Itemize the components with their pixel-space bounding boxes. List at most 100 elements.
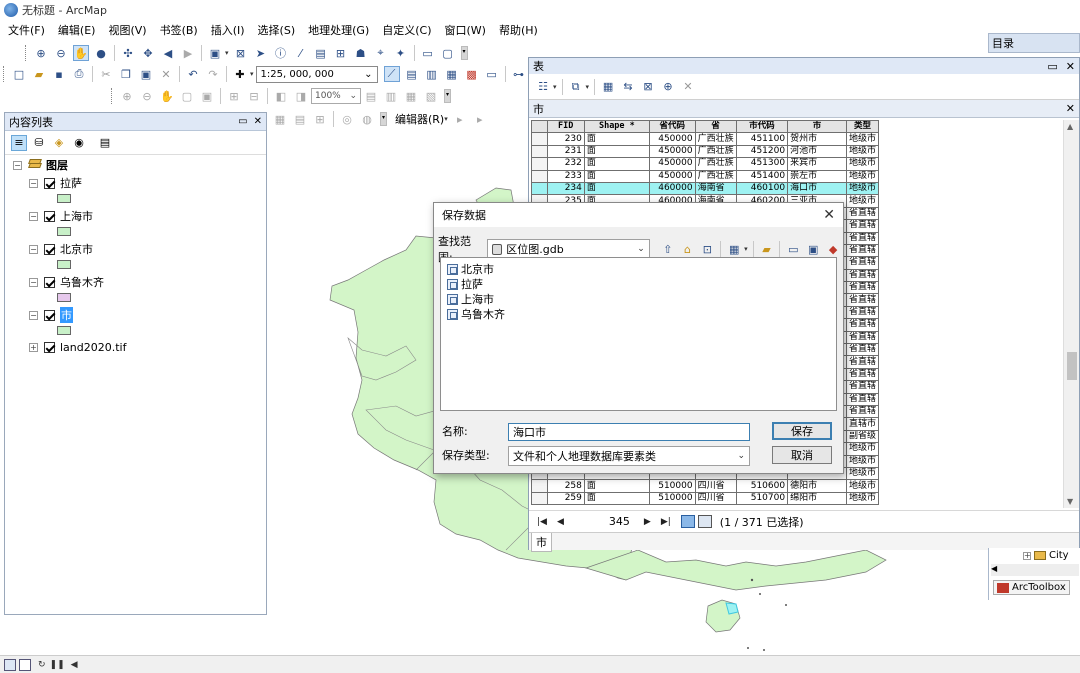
row-selector[interactable] bbox=[531, 157, 548, 171]
cell-city-code[interactable]: 451100 bbox=[735, 132, 789, 146]
cell-type[interactable]: 省直辖 bbox=[845, 367, 879, 382]
data-view-icon[interactable] bbox=[4, 658, 16, 671]
column-header-province[interactable]: 省 bbox=[694, 120, 737, 134]
change-layout-icon[interactable]: ▦ bbox=[403, 88, 419, 104]
scroll-up-arrow-icon[interactable]: ▲ bbox=[1067, 122, 1073, 131]
find-binoculars-icon[interactable]: ☗ bbox=[353, 45, 369, 61]
catalog-panel-header[interactable]: 目录 bbox=[988, 33, 1080, 53]
layer-label[interactable]: 乌鲁木齐 bbox=[60, 274, 104, 290]
layout-fixed-out-icon[interactable]: ⊟ bbox=[246, 88, 262, 104]
save-type-combobox[interactable]: 文件和个人地理数据库要素类 ⌄ bbox=[508, 446, 750, 466]
show-all-records-icon[interactable] bbox=[680, 515, 695, 528]
layer-label[interactable]: 拉萨 bbox=[60, 175, 82, 191]
table-vertical-scrollbar[interactable]: ▲ ▼ bbox=[1063, 120, 1079, 508]
map-scale-combobox[interactable]: 1:25, 000, 000 ⌄ bbox=[255, 65, 378, 83]
zoom-in-icon[interactable]: ⊕ bbox=[33, 45, 49, 61]
cell-type[interactable]: 省直辖 bbox=[845, 330, 879, 345]
cell-type[interactable]: 省直辖 bbox=[845, 293, 879, 307]
table-restore-icon[interactable]: ▭ bbox=[1047, 60, 1057, 73]
layer-row-lhasa[interactable]: − 拉萨 bbox=[29, 175, 82, 191]
menu-bookmarks[interactable]: 书签(B) bbox=[160, 22, 198, 38]
data-driven-pages-icon[interactable]: ▧ bbox=[423, 88, 439, 104]
create-viewer-icon[interactable]: ▢ bbox=[440, 45, 456, 61]
cell-province[interactable]: 广西壮族 bbox=[694, 157, 737, 171]
collapse-icon[interactable]: − bbox=[13, 160, 22, 170]
cell-city-code[interactable]: 460100 bbox=[735, 181, 789, 196]
layer-row-city[interactable]: − 市 bbox=[29, 307, 73, 323]
paste-icon[interactable]: ▣ bbox=[138, 66, 154, 82]
clear-table-selection-icon[interactable]: ⊠ bbox=[640, 79, 656, 95]
column-header-type[interactable]: 类型 bbox=[845, 120, 879, 134]
add-data-icon[interactable]: ✚ bbox=[232, 66, 248, 82]
layout-100-icon[interactable]: ▣ bbox=[199, 88, 215, 104]
layer-visibility-checkbox[interactable] bbox=[44, 177, 55, 189]
cell-type[interactable]: 省直辖 bbox=[845, 219, 879, 233]
previous-record-icon[interactable]: ◀ bbox=[557, 517, 564, 527]
layer-label[interactable]: 市 bbox=[60, 307, 73, 323]
cell-province[interactable]: 四川省 bbox=[694, 479, 737, 493]
last-record-icon[interactable]: ▶| bbox=[661, 517, 671, 527]
table-row[interactable]: 259 面 510000 四川省 510700 绵阳市 地级市 bbox=[531, 491, 879, 506]
toolbar-options-icon[interactable]: ▾ bbox=[460, 46, 468, 60]
list-by-selection-icon[interactable]: ◉ bbox=[71, 135, 87, 151]
row-selector[interactable] bbox=[531, 491, 548, 506]
sketch-props-icon[interactable]: ◎ bbox=[339, 111, 355, 127]
cell-city-code[interactable]: 451300 bbox=[735, 157, 789, 171]
clear-selection-icon[interactable]: ⊠ bbox=[233, 45, 249, 61]
select-elements-icon[interactable]: ➤ bbox=[253, 45, 269, 61]
cell-type[interactable]: 省直辖 bbox=[845, 281, 879, 295]
layer-row-beijing[interactable]: − 北京市 bbox=[29, 241, 93, 257]
scroll-thumb[interactable] bbox=[1067, 352, 1077, 380]
copy-icon[interactable]: ❐ bbox=[118, 66, 134, 82]
layout-forward-icon[interactable]: ◨ bbox=[293, 88, 309, 104]
cell-type[interactable]: 省直辖 bbox=[845, 231, 879, 245]
cell-province-code[interactable]: 450000 bbox=[648, 157, 696, 171]
cell-fid[interactable]: 233 bbox=[546, 169, 585, 183]
delete-selected-icon[interactable]: ✕ bbox=[680, 79, 696, 95]
pause-drawing-icon[interactable]: ❚❚ bbox=[50, 660, 65, 670]
cell-type[interactable]: 地级市 bbox=[845, 491, 879, 506]
cell-type[interactable]: 地级市 bbox=[845, 181, 879, 196]
focus-data-frame-icon[interactable]: ▥ bbox=[383, 88, 399, 104]
list-by-drawing-order-icon[interactable]: ≡ bbox=[11, 134, 27, 151]
cell-type[interactable]: 省直辖 bbox=[845, 380, 879, 394]
layer-visibility-checkbox[interactable] bbox=[44, 243, 55, 255]
cell-province-code[interactable]: 510000 bbox=[648, 491, 696, 506]
layer-row-urumqi[interactable]: − 乌鲁木齐 bbox=[29, 274, 104, 290]
zoom-out-icon[interactable]: ⊖ bbox=[53, 45, 69, 61]
cell-city[interactable]: 海口市 bbox=[787, 181, 847, 196]
menu-customize[interactable]: 自定义(C) bbox=[382, 22, 431, 38]
editor-menu[interactable]: 编辑器(R) bbox=[395, 111, 444, 127]
python-window-icon[interactable]: ▭ bbox=[484, 66, 500, 82]
row-selector[interactable] bbox=[531, 132, 548, 146]
table-close-icon[interactable]: ✕ bbox=[1066, 60, 1075, 73]
cell-type[interactable]: 省直辖 bbox=[845, 206, 879, 221]
undo-icon[interactable]: ↶ bbox=[185, 66, 201, 82]
layout-zoom-in-icon[interactable]: ⊕ bbox=[119, 88, 135, 104]
column-header-city[interactable]: 市 bbox=[787, 120, 847, 134]
go-home-icon[interactable]: ⌂ bbox=[680, 241, 696, 257]
table-row[interactable]: 258 面 510000 四川省 510600 德阳市 地级市 bbox=[531, 479, 879, 493]
search-window-icon[interactable]: ▦ bbox=[444, 66, 460, 82]
cell-city-code[interactable]: 510600 bbox=[735, 479, 789, 493]
scroll-down-arrow-icon[interactable]: ▼ bbox=[1067, 497, 1073, 506]
new-feature-dataset-icon[interactable]: ▭ bbox=[785, 241, 801, 257]
cell-city-code[interactable]: 451400 bbox=[735, 169, 789, 183]
cell-type[interactable]: 地级市 bbox=[845, 144, 879, 159]
table-row[interactable]: 230 面 450000 广西壮族 451100 贺州市 地级市 bbox=[531, 132, 879, 146]
edit-annotation-icon[interactable]: ▸ bbox=[472, 111, 488, 127]
cell-city-code[interactable]: 451200 bbox=[735, 144, 789, 159]
collapse-icon[interactable]: − bbox=[29, 310, 38, 320]
cell-fid[interactable]: 231 bbox=[546, 144, 585, 159]
show-selected-records-icon[interactable] bbox=[697, 515, 712, 528]
layer-symbol-swatch[interactable] bbox=[57, 293, 71, 302]
cell-shape[interactable]: 面 bbox=[583, 132, 650, 146]
menu-selection[interactable]: 选择(S) bbox=[258, 22, 296, 38]
layer-row-land2020[interactable]: + land2020.tif bbox=[29, 341, 126, 354]
toolbar-grip[interactable] bbox=[25, 45, 28, 61]
arctoolbox-tab[interactable]: ArcToolbox bbox=[993, 580, 1070, 595]
layout-zoom-combobox[interactable]: 100% ⌄ bbox=[311, 88, 361, 104]
lookin-combobox[interactable]: 区位图.gdb ⌄ bbox=[487, 239, 650, 259]
arctoolbox-icon[interactable]: ▩ bbox=[464, 66, 480, 82]
layout-back-icon[interactable]: ◧ bbox=[273, 88, 289, 104]
